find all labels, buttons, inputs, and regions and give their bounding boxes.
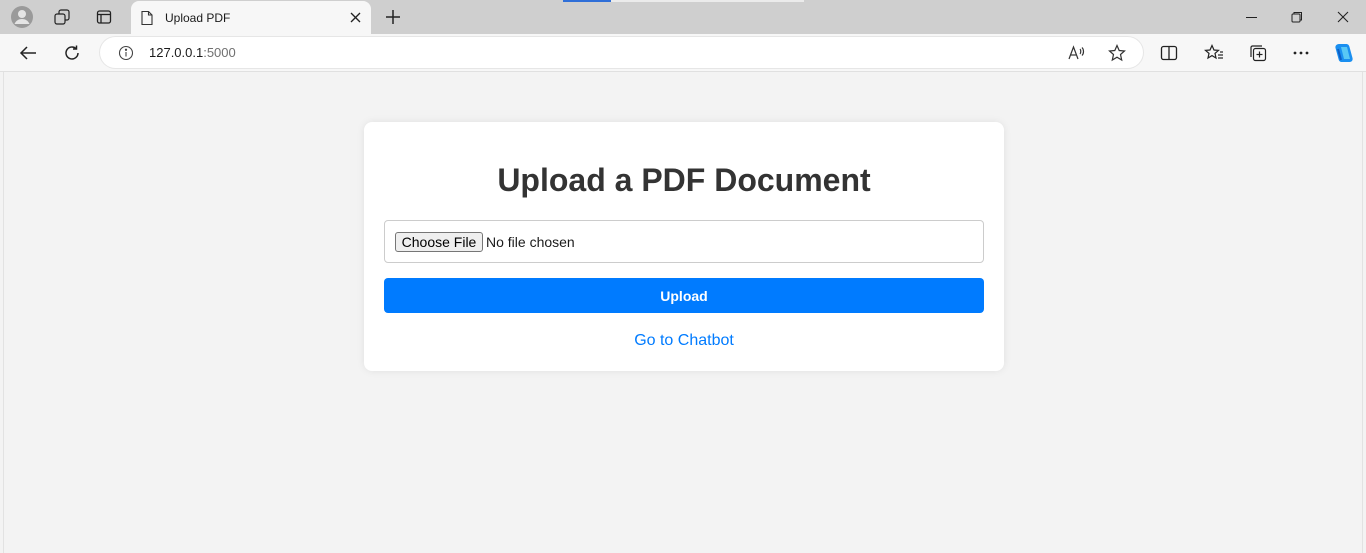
favorites-icon[interactable]: [1199, 39, 1229, 67]
new-tab-icon[interactable]: [380, 4, 406, 30]
url-host: 127.0.0.1: [149, 45, 204, 60]
tab-strip: Upload PDF: [0, 0, 1366, 34]
collections-icon[interactable]: [1243, 39, 1273, 67]
url-text[interactable]: 127.0.0.1:5000: [149, 45, 236, 60]
more-options-icon[interactable]: [1286, 39, 1316, 67]
favorite-star-icon[interactable]: [1107, 43, 1127, 63]
profile-icon[interactable]: [8, 4, 36, 30]
restore-icon[interactable]: [1274, 0, 1320, 34]
read-aloud-icon[interactable]: [1067, 43, 1087, 63]
tab-strip-highlight: [611, 0, 804, 2]
active-tab[interactable]: Upload PDF: [131, 1, 371, 34]
url-port: :5000: [203, 45, 236, 60]
file-input[interactable]: Choose File No file chosen: [384, 220, 984, 263]
address-bar[interactable]: 127.0.0.1:5000: [100, 37, 1143, 68]
tab-actions-icon[interactable]: [90, 4, 118, 30]
split-screen-icon[interactable]: [1154, 39, 1184, 67]
copilot-icon[interactable]: [1329, 39, 1359, 67]
close-tab-icon[interactable]: [343, 6, 367, 30]
go-to-chatbot-link[interactable]: Go to Chatbot: [364, 332, 1004, 350]
file-status-text: No file chosen: [486, 234, 575, 250]
browser-toolbar: 127.0.0.1:5000: [0, 34, 1366, 72]
tab-title: Upload PDF: [165, 10, 231, 25]
site-info-icon[interactable]: [118, 45, 134, 61]
back-icon[interactable]: [13, 39, 43, 67]
page-viewport: Upload a PDF Document Choose File No fil…: [3, 72, 1363, 553]
tab-strip-accent: [563, 0, 611, 2]
upload-button[interactable]: Upload: [384, 278, 984, 313]
minimize-icon[interactable]: [1228, 0, 1274, 34]
refresh-icon[interactable]: [57, 39, 87, 67]
page-title: Upload a PDF Document: [497, 162, 871, 198]
workspaces-icon[interactable]: [48, 4, 76, 30]
upload-card: Upload a PDF Document Choose File No fil…: [364, 122, 1004, 371]
page-icon: [140, 10, 154, 26]
choose-file-button[interactable]: Choose File: [395, 232, 483, 252]
close-window-icon[interactable]: [1320, 0, 1366, 34]
